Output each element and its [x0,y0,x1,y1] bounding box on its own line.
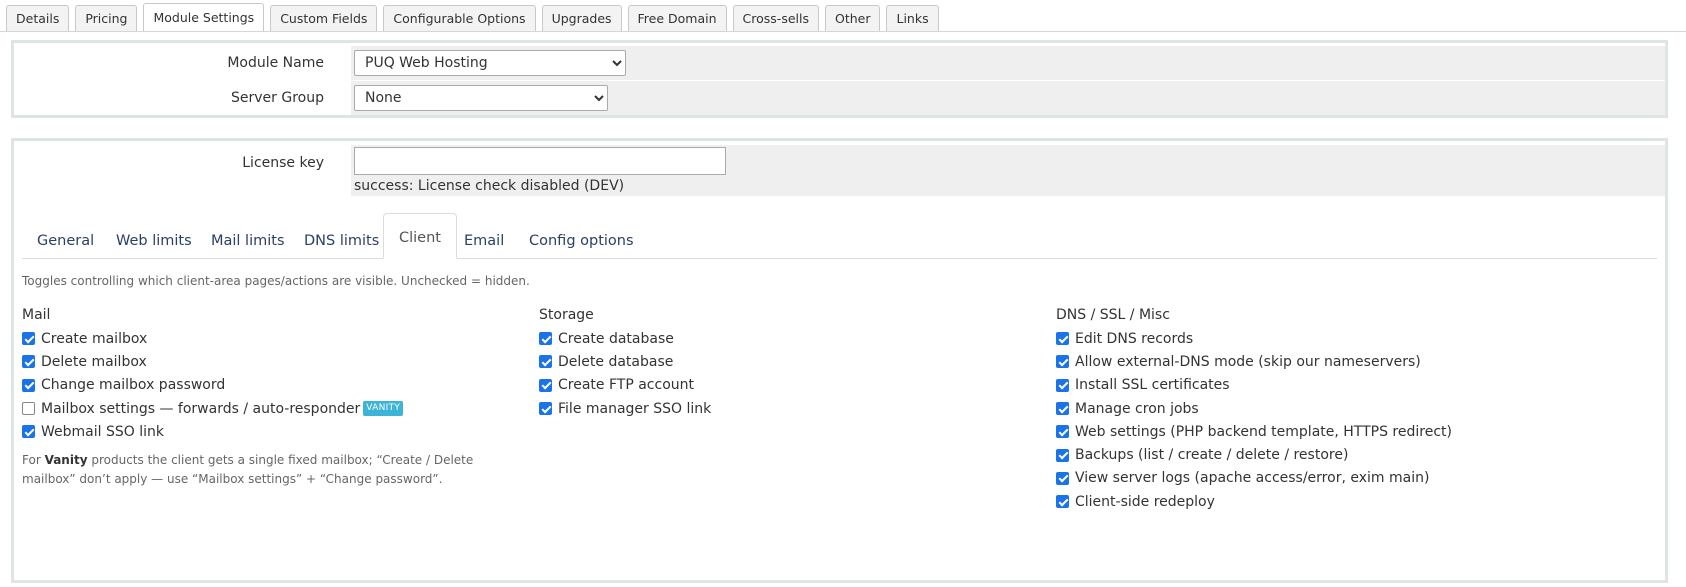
vanity-note-bold: Vanity [44,453,88,468]
license-key-field: success: License check disabled (DEV) [351,145,1665,196]
checkbox-label: View server logs (apache access/error, e… [1075,470,1430,487]
checkbox-label: Backups (list / create / delete / restor… [1075,447,1349,464]
tab-module-settings[interactable]: Module Settings [143,3,265,31]
checkbox[interactable] [22,378,35,392]
checkbox-view-server-logs[interactable]: View server logs (apache access/error, e… [1056,467,1452,490]
checkbox[interactable] [1056,402,1069,416]
checkbox[interactable] [1056,495,1069,509]
tab-pricing[interactable]: Pricing [75,5,138,31]
checkbox-label: Install SSL certificates [1075,377,1230,394]
server-group-select[interactable]: None [354,85,608,111]
checkbox-label: Create mailbox [41,330,148,347]
checkbox[interactable] [22,355,35,369]
checkbox-label: Create database [558,330,674,347]
inner-tab-config-options[interactable]: Config options [514,223,649,258]
dns-column-title: DNS / SSL / Misc [1056,307,1170,323]
tab-upgrades[interactable]: Upgrades [541,5,622,31]
module-name-field: PUQ Web Hosting [351,46,1665,80]
storage-column: Storage Create database Delete database … [539,307,711,420]
vanity-note: For Vanity products the client gets a si… [22,453,474,487]
checkbox-label: Edit DNS records [1075,330,1194,347]
inner-tab-mail-limits[interactable]: Mail limits [196,223,300,258]
checkbox-mailbox-settings[interactable]: Mailbox settings — forwards / auto-respo… [22,397,522,420]
checkbox-label: Allow external-DNS mode (skip our namese… [1075,353,1421,370]
checkbox[interactable] [1056,425,1069,439]
tab-details[interactable]: Details [6,5,70,31]
top-tab-divider [0,31,1686,32]
checkbox-label: Delete database [558,353,674,370]
checkbox[interactable] [1056,448,1069,462]
config-panel: License key success: License check disab… [11,138,1668,583]
checkbox-webmail-sso-link[interactable]: Webmail SSO link [22,420,522,443]
checkbox[interactable] [1056,378,1069,392]
module-name-label: Module Name [227,55,324,71]
tab-cross-sells[interactable]: Cross-sells [732,5,819,31]
checkbox[interactable] [22,402,35,416]
checkbox[interactable] [22,332,35,346]
checkbox-label: Webmail SSO link [41,423,164,440]
checkbox-client-side-redeploy[interactable]: Client-side redeploy [1056,490,1452,513]
checkbox-install-ssl[interactable]: Install SSL certificates [1056,374,1452,397]
checkbox-label: Change mailbox password [41,377,226,394]
inner-tab-web-limits[interactable]: Web limits [101,223,207,258]
checkbox-manage-cron-jobs[interactable]: Manage cron jobs [1056,397,1452,420]
top-tab-bar: Details Pricing Module Settings Custom F… [6,3,945,31]
checkbox-create-mailbox[interactable]: Create mailbox [22,327,522,350]
checkbox-label: Web settings (PHP backend template, HTTP… [1075,423,1452,440]
checkbox-label: File manager SSO link [558,400,712,417]
client-toggles-hint: Toggles controlling which client-area pa… [22,274,530,288]
tab-free-domain[interactable]: Free Domain [627,5,727,31]
tab-other[interactable]: Other [824,5,881,31]
license-key-label: License key [242,155,324,171]
inner-tab-bar: General Web limits Mail limits DNS limit… [22,213,1657,259]
checkbox[interactable] [1056,332,1069,346]
checkbox-file-manager-sso-link[interactable]: File manager SSO link [539,397,711,420]
license-status-text: success: License check disabled (DEV) [354,178,625,194]
tab-configurable-options[interactable]: Configurable Options [383,5,536,31]
mail-column-title: Mail [22,307,51,323]
inner-tab-general[interactable]: General [22,223,109,258]
checkbox-web-settings[interactable]: Web settings (PHP backend template, HTTP… [1056,420,1452,443]
checkbox-external-dns-mode[interactable]: Allow external-DNS mode (skip our namese… [1056,350,1452,373]
checkbox-edit-dns-records[interactable]: Edit DNS records [1056,327,1452,350]
checkbox[interactable] [539,402,552,416]
checkbox-change-mailbox-password[interactable]: Change mailbox password [22,374,522,397]
module-name-select[interactable]: PUQ Web Hosting [354,50,626,76]
checkbox-label: Mailbox settings — forwards / auto-respo… [41,400,361,417]
checkbox-label: Create FTP account [558,377,694,394]
storage-column-title: Storage [539,307,594,323]
checkbox-label: Delete mailbox [41,353,147,370]
checkbox[interactable] [1056,355,1069,369]
inner-tab-client[interactable]: Client [383,213,457,259]
inner-tab-email[interactable]: Email [449,223,519,258]
dns-ssl-misc-column: DNS / SSL / Misc Edit DNS records Allow … [1056,307,1452,513]
checkbox[interactable] [1056,471,1069,485]
checkbox-label: Client-side redeploy [1075,493,1215,510]
server-group-row: Server Group None [14,81,1665,115]
module-panel: Module Name PUQ Web Hosting Server Group… [11,40,1668,118]
checkbox-create-database[interactable]: Create database [539,327,711,350]
checkbox[interactable] [539,378,552,392]
checkbox-label: Manage cron jobs [1075,400,1199,417]
inner-tab-dns-limits[interactable]: DNS limits [289,223,394,258]
vanity-badge: VANITY [363,401,404,417]
checkbox-delete-mailbox[interactable]: Delete mailbox [22,350,522,373]
checkbox-create-ftp-account[interactable]: Create FTP account [539,374,711,397]
tab-links[interactable]: Links [886,5,939,31]
server-group-label: Server Group [231,90,324,106]
checkbox[interactable] [539,355,552,369]
checkbox[interactable] [539,332,552,346]
checkbox[interactable] [22,425,35,439]
mail-column: Mail Create mailbox Delete mailbox Chang… [22,307,522,489]
checkbox-backups[interactable]: Backups (list / create / delete / restor… [1056,443,1452,466]
tab-custom-fields[interactable]: Custom Fields [270,5,378,31]
checkbox-delete-database[interactable]: Delete database [539,350,711,373]
license-key-input[interactable] [354,147,726,175]
module-name-row: Module Name PUQ Web Hosting [14,46,1665,80]
server-group-field: None [351,81,1665,115]
